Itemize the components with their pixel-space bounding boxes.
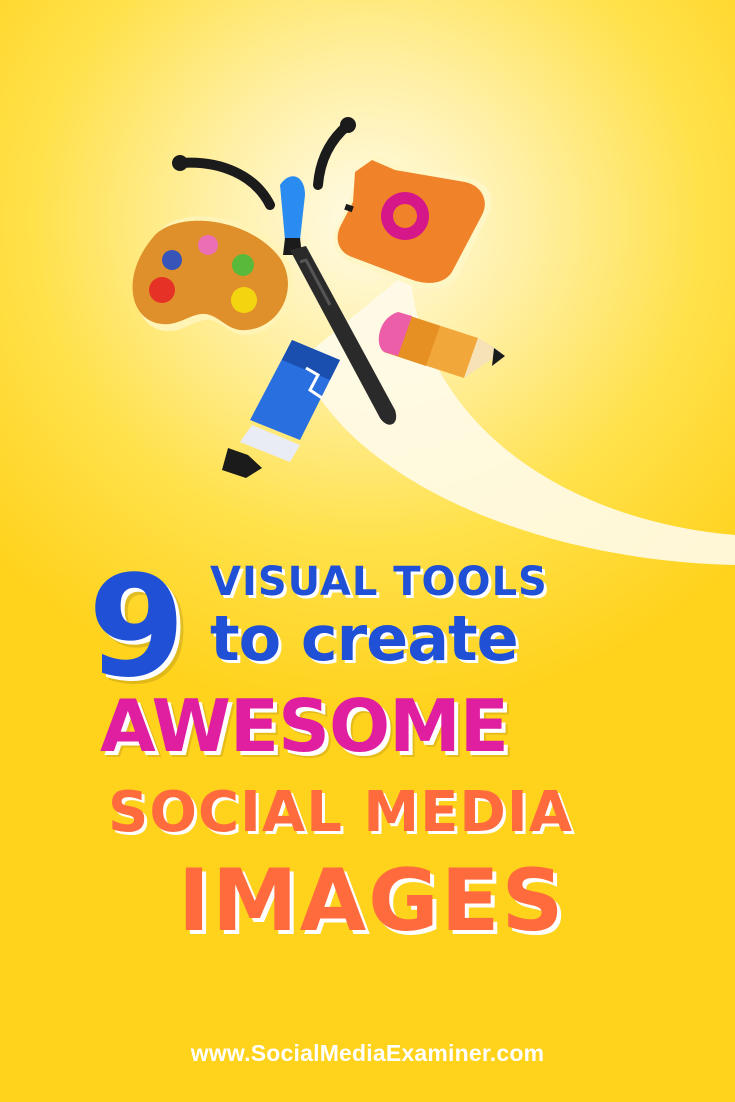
- headline-line-images: IMAGES: [178, 851, 566, 951]
- headline: 9 VISUAL TOOLS to create AWESOME SOCIAL …: [0, 540, 735, 960]
- art-tools-illustration: [132, 117, 505, 478]
- camera-icon: [334, 155, 492, 289]
- palette-icon: [132, 216, 293, 336]
- poster: 9 VISUAL TOOLS to create AWESOME SOCIAL …: [0, 0, 735, 1102]
- website-url[interactable]: www.SocialMediaExaminer.com: [0, 1040, 735, 1067]
- pencil-icon: [378, 312, 505, 378]
- headline-line-social-media: SOCIAL MEDIA: [108, 780, 574, 845]
- antennae-icon: [175, 120, 353, 210]
- headline-line-awesome: AWESOME: [100, 684, 509, 768]
- headline-line-visual-tools: VISUAL TOOLS: [210, 559, 548, 605]
- headline-line-to-create: to create: [210, 602, 519, 675]
- headline-number: 9: [88, 546, 185, 709]
- paint-tube-icon: [222, 340, 340, 478]
